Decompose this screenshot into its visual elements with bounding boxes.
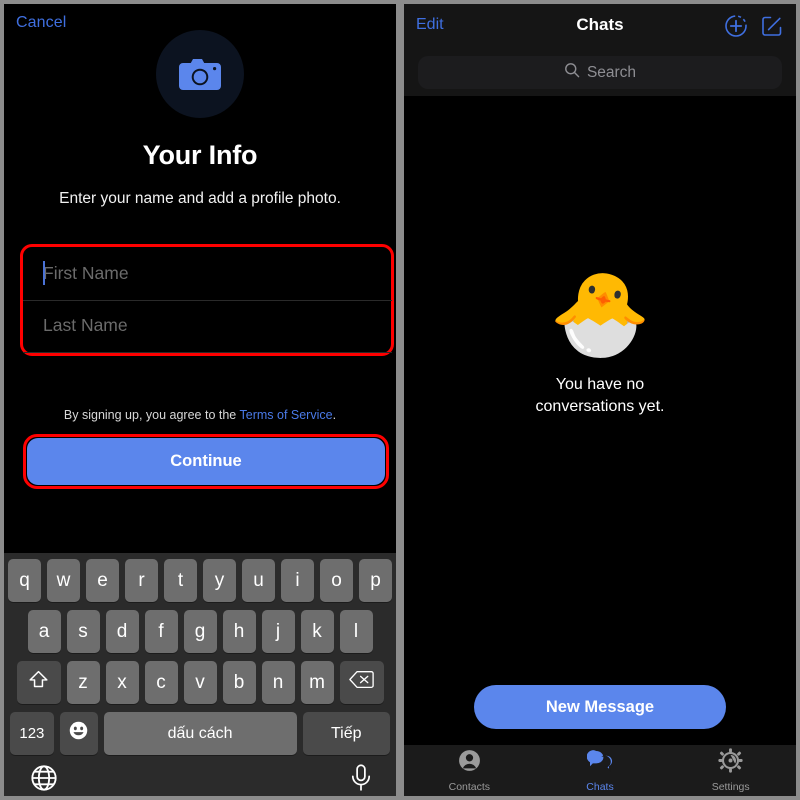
terms-of-service-line: By signing up, you agree to the Terms of… (4, 408, 396, 422)
person-circle-icon (457, 748, 482, 778)
keyboard-bottom-row (4, 758, 396, 796)
tab-settings[interactable]: Settings (665, 745, 796, 796)
onscreen-keyboard: q w e r t y u i o p a s d f g h j k l z … (4, 553, 396, 796)
key-s[interactable]: s (66, 610, 100, 653)
space-key[interactable]: dấu cách (103, 712, 297, 755)
tab-contacts[interactable]: Contacts (404, 745, 535, 796)
key-j[interactable]: j (261, 610, 295, 653)
backspace-icon (349, 670, 374, 695)
keyboard-row-3: z x c v b n m (4, 661, 396, 704)
chats-screen: Edit Chats Search 🐣 You have no conversa… (404, 4, 796, 796)
key-q[interactable]: q (8, 559, 41, 602)
search-placeholder: Search (586, 63, 637, 81)
text-caret (43, 261, 45, 285)
next-key[interactable]: Tiếp (302, 712, 391, 755)
terms-prefix-text: By signing up, you agree to the (63, 408, 240, 422)
tab-label-settings: Settings (711, 781, 750, 793)
key-l[interactable]: l (339, 610, 373, 653)
first-name-placeholder: First Name (43, 262, 129, 283)
tab-label-contacts: Contacts (448, 781, 491, 793)
key-t[interactable]: t (164, 559, 197, 602)
key-y[interactable]: y (203, 559, 236, 602)
compose-square-pencil-icon[interactable] (760, 14, 784, 43)
search-input[interactable]: Search (418, 56, 782, 89)
key-o[interactable]: o (320, 559, 353, 602)
key-z[interactable]: z (66, 661, 100, 704)
smiley-face-icon (68, 720, 89, 747)
key-c[interactable]: c (144, 661, 178, 704)
shift-up-arrow-icon (28, 669, 49, 696)
key-d[interactable]: d (105, 610, 139, 653)
key-b[interactable]: b (222, 661, 256, 704)
microphone-icon[interactable] (348, 764, 374, 796)
chat-bubbles-icon (586, 749, 614, 778)
empty-state-line-1: You have no (555, 376, 645, 393)
last-name-field[interactable]: Last Name (23, 299, 391, 351)
key-u[interactable]: u (242, 559, 275, 602)
keyboard-row-4: 123 dấu cách Tiếp (4, 712, 396, 755)
empty-state-text: You have no conversations yet. (404, 374, 796, 417)
page-subtitle: Enter your name and add a profile photo. (59, 190, 341, 207)
numbers-key[interactable]: 123 (10, 712, 54, 755)
gear-icon (718, 748, 743, 778)
empty-state: 🐣 You have no conversations yet. (404, 274, 796, 417)
key-p[interactable]: p (359, 559, 392, 602)
terms-suffix-text: . (332, 408, 337, 422)
key-k[interactable]: k (300, 610, 334, 653)
key-h[interactable]: h (222, 610, 256, 653)
terms-of-service-link[interactable]: Terms of Service (240, 408, 333, 422)
panel-divider (396, 0, 404, 800)
backspace-key[interactable] (339, 661, 384, 704)
first-name-field[interactable]: First Name (23, 247, 391, 299)
empty-state-line-2: conversations yet. (535, 397, 665, 415)
key-f[interactable]: f (144, 610, 178, 653)
key-r[interactable]: r (125, 559, 158, 602)
hatching-chick-emoji: 🐣 (548, 269, 652, 360)
key-w[interactable]: w (47, 559, 80, 602)
last-name-placeholder: Last Name (43, 314, 128, 335)
camera-icon (177, 56, 223, 92)
key-x[interactable]: x (105, 661, 139, 704)
cancel-button[interactable]: Cancel (16, 14, 66, 32)
search-icon (564, 62, 580, 83)
keyboard-row-1: q w e r t y u i o p (4, 559, 396, 602)
key-n[interactable]: n (261, 661, 295, 704)
key-a[interactable]: a (27, 610, 61, 653)
emoji-key[interactable] (59, 712, 98, 755)
key-i[interactable]: i (281, 559, 314, 602)
signup-your-info-screen: Cancel Your Info Enter your name and add… (4, 4, 396, 796)
screenshot-root: Cancel Your Info Enter your name and add… (0, 0, 800, 800)
globe-icon[interactable] (30, 764, 58, 796)
key-v[interactable]: v (183, 661, 217, 704)
tab-label-chats: Chats (586, 780, 614, 793)
name-fields-group: First Name Last Name (23, 247, 391, 353)
add-person-circle-icon[interactable] (724, 14, 748, 43)
continue-button[interactable]: Continue (27, 438, 385, 485)
tab-chats[interactable]: Chats (535, 745, 666, 796)
profile-photo-picker[interactable] (156, 30, 244, 118)
new-message-button[interactable]: New Message (474, 685, 726, 729)
tab-bar: Contacts Chats Settings (404, 745, 796, 796)
chats-navbar: Edit Chats Search (404, 4, 796, 96)
key-g[interactable]: g (183, 610, 217, 653)
key-m[interactable]: m (300, 661, 334, 704)
key-e[interactable]: e (86, 559, 119, 602)
shift-key[interactable] (16, 661, 61, 704)
keyboard-row-2: a s d f g h j k l (4, 610, 396, 653)
page-title: Your Info (142, 140, 258, 170)
